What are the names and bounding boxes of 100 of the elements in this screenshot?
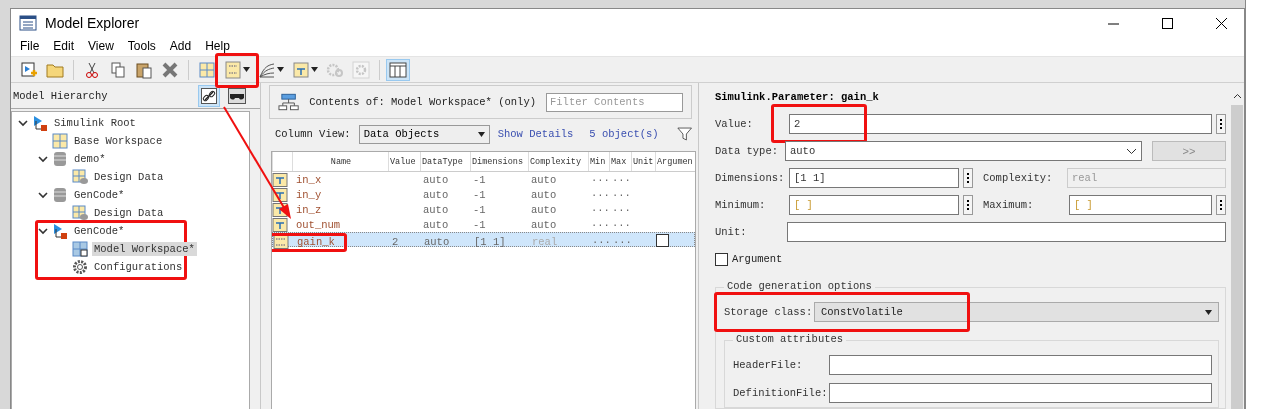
table-cell-text: in_x bbox=[295, 173, 323, 186]
database-icon bbox=[52, 187, 68, 203]
menu-item[interactable]: File bbox=[13, 37, 47, 56]
workspace-icon bbox=[52, 133, 68, 149]
menu-item[interactable]: Edit bbox=[46, 37, 82, 56]
column-header[interactable]: Max bbox=[609, 152, 631, 171]
column-header[interactable]: Min bbox=[588, 152, 609, 171]
table-cell-text: auto bbox=[422, 203, 450, 216]
window-icon bbox=[19, 15, 37, 31]
tree-item[interactable]: Base Workspace bbox=[72, 134, 165, 148]
columns-icon bbox=[389, 60, 407, 79]
field-label: Minimum: bbox=[715, 199, 767, 212]
column-view-dropdown[interactable]: Data Objects bbox=[358, 124, 490, 144]
filter-icon[interactable] bbox=[676, 125, 692, 143]
maximize-icon bbox=[1161, 17, 1173, 29]
argument-checkbox[interactable] bbox=[656, 234, 669, 247]
menu-item[interactable]: Tools bbox=[120, 37, 163, 56]
tree-item[interactable]: demo* bbox=[72, 152, 108, 166]
model-icon bbox=[52, 223, 68, 239]
argument-checkbox[interactable] bbox=[715, 252, 728, 266]
parameter-icon bbox=[224, 60, 242, 79]
more-button[interactable] bbox=[1216, 113, 1226, 134]
object-count: 5 object(s) bbox=[589, 128, 659, 140]
table-cell-text: -1 bbox=[472, 203, 487, 216]
field-label: DefinitionFile: bbox=[733, 387, 825, 399]
column-header[interactable]: DataType bbox=[420, 152, 470, 171]
column-header[interactable]: Dimensions bbox=[470, 152, 528, 171]
column-header[interactable]: Argumen bbox=[655, 152, 695, 171]
table-cell-text: ··· bbox=[611, 203, 631, 216]
table-cell-text: auto bbox=[422, 173, 450, 186]
paste-icon bbox=[135, 60, 153, 79]
signal-icon bbox=[272, 172, 288, 187]
delete-icon bbox=[161, 60, 179, 79]
menu-item[interactable]: View bbox=[81, 37, 121, 56]
more-button[interactable] bbox=[963, 195, 973, 216]
field-label: Dimensions: bbox=[715, 172, 785, 185]
gear-icon bbox=[352, 60, 370, 79]
tree-item[interactable]: Model Workspace* bbox=[92, 242, 197, 256]
menu-item[interactable]: Add bbox=[162, 37, 199, 56]
group-title: Code generation options bbox=[724, 280, 875, 292]
table-cell-text: ··· bbox=[590, 218, 609, 231]
column-header[interactable]: Unit bbox=[631, 152, 655, 171]
chevron-down-icon bbox=[1126, 147, 1137, 155]
tree-item[interactable]: GenCode* bbox=[72, 188, 127, 202]
properties-title: Simulink.Parameter: gain_k bbox=[715, 91, 880, 105]
table-cell-text: ··· bbox=[590, 188, 609, 201]
table-cell: gain_k bbox=[293, 236, 389, 248]
tree-item[interactable]: Design Data bbox=[92, 206, 166, 220]
tree-item[interactable]: GenCode* bbox=[72, 224, 127, 238]
toolbar-button[interactable] bbox=[386, 58, 410, 81]
gear-icon bbox=[72, 259, 88, 275]
caret-icon bbox=[477, 131, 485, 137]
tree-item[interactable]: Configurations bbox=[92, 260, 185, 274]
dimensions-field[interactable]: [1 1] bbox=[789, 168, 959, 189]
tree-item[interactable]: Design Data bbox=[92, 170, 166, 184]
datatype-dropdown[interactable]: auto bbox=[785, 141, 1142, 161]
link-button[interactable] bbox=[198, 84, 220, 107]
field-label: Data type: bbox=[715, 145, 779, 157]
more-button[interactable] bbox=[1216, 195, 1226, 216]
cut-icon bbox=[83, 60, 101, 79]
group-title: Custom attributes bbox=[733, 333, 847, 345]
table-cell-text: real bbox=[531, 236, 559, 248]
menu-item[interactable]: Help bbox=[198, 37, 237, 56]
tree-item[interactable]: Simulink Root bbox=[52, 116, 138, 130]
field-label: Storage class: bbox=[724, 306, 810, 318]
model-icon bbox=[32, 115, 48, 131]
table-cell-text: ··· bbox=[590, 203, 609, 216]
scroll-up-icon[interactable] bbox=[1232, 93, 1242, 99]
storage-class-dropdown[interactable]: ConstVolatile bbox=[814, 302, 1219, 322]
contents-title: Contents of: Model Workspace* (only) bbox=[309, 96, 536, 108]
table-cell-text: auto bbox=[530, 173, 558, 186]
table-cell-text: 2 bbox=[391, 236, 400, 248]
table-cell-text: auto bbox=[530, 203, 558, 216]
table-cell-text: in_z bbox=[295, 203, 323, 216]
filter-field[interactable]: Filter Contents bbox=[546, 92, 683, 112]
table-cell-text: ··· bbox=[611, 218, 631, 231]
value-field[interactable]: 2 bbox=[789, 113, 1212, 134]
column-header[interactable]: Complexity bbox=[528, 152, 588, 171]
table-cell-text: auto bbox=[423, 236, 451, 248]
design-data-icon bbox=[72, 169, 88, 185]
field-label: Complexity: bbox=[983, 172, 1054, 185]
table-cell-text: out_num bbox=[295, 218, 342, 231]
unit-field[interactable] bbox=[787, 222, 1226, 243]
new-model-icon bbox=[20, 60, 38, 79]
text-field[interactable] bbox=[829, 355, 1212, 375]
more-button[interactable] bbox=[963, 168, 973, 189]
pane-title: Model Hierarchy bbox=[13, 89, 109, 102]
column-header[interactable]: Name bbox=[292, 152, 388, 171]
text-field[interactable] bbox=[829, 383, 1212, 403]
copy-icon bbox=[109, 60, 127, 79]
column-header[interactable]: Value bbox=[388, 152, 420, 171]
show-details-link[interactable]: Show Details bbox=[497, 128, 574, 140]
caret-icon bbox=[1205, 309, 1212, 315]
signal-lines-icon bbox=[258, 60, 276, 79]
close-icon bbox=[1215, 17, 1227, 29]
table-cell-text: ··· bbox=[611, 188, 631, 201]
table-cell-text: -1 bbox=[472, 188, 487, 201]
field-label: Unit: bbox=[715, 226, 748, 239]
table-cell-text: ··· bbox=[591, 236, 610, 248]
hierarchy-icon bbox=[278, 93, 300, 111]
